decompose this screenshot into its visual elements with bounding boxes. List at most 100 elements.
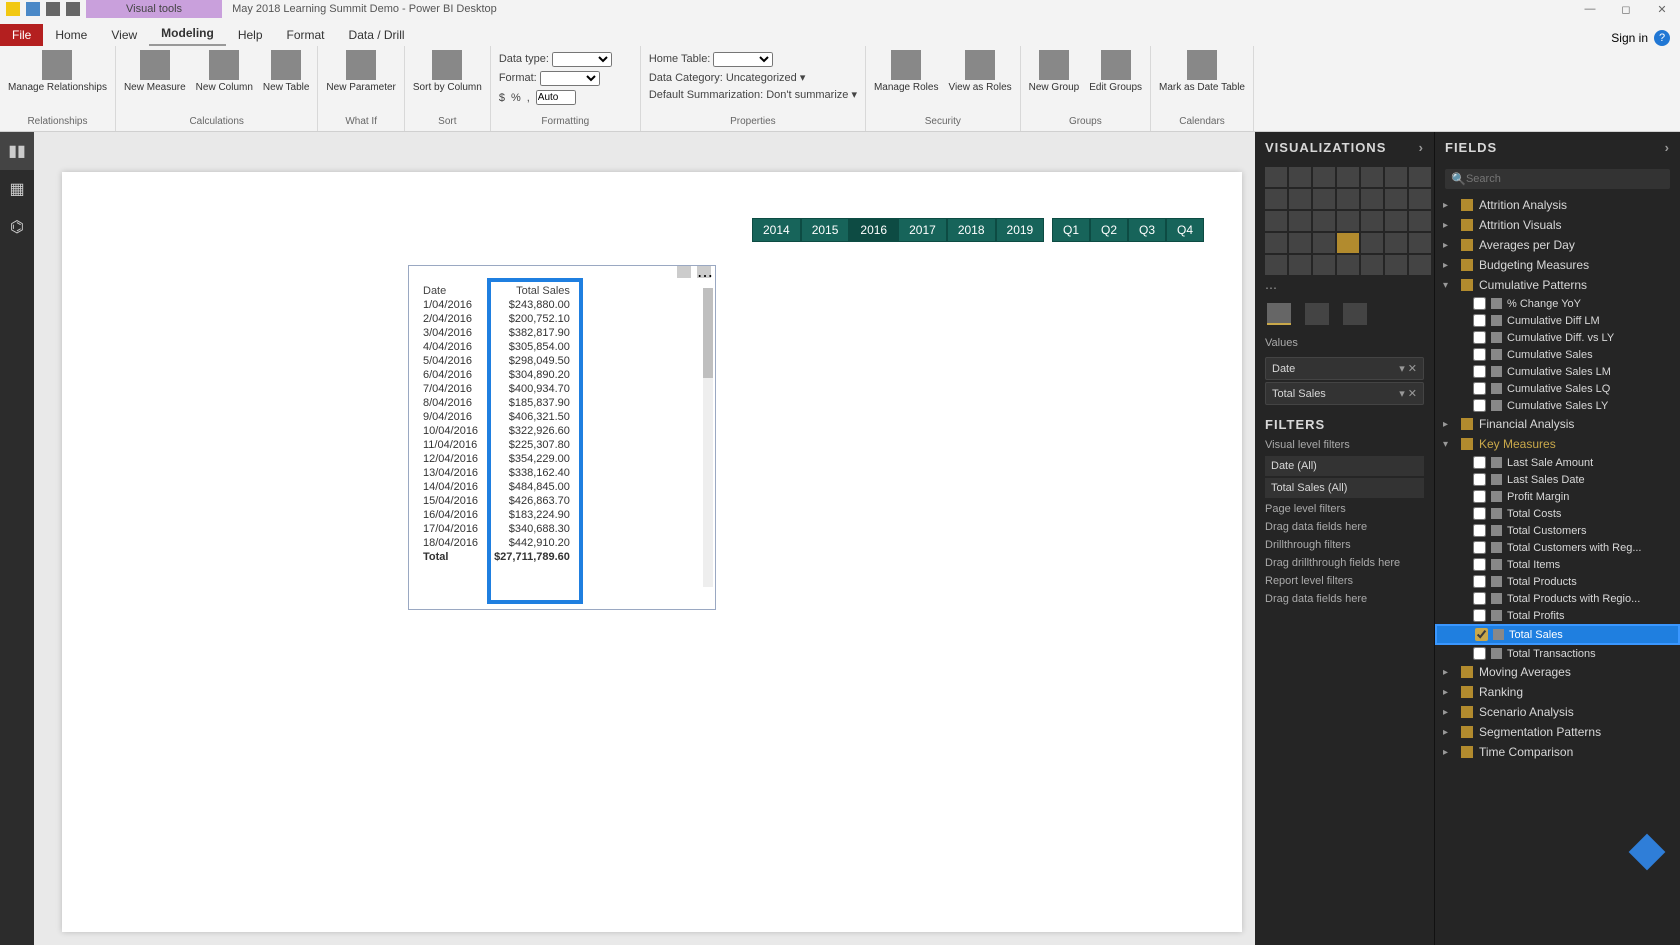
fields-search[interactable]: 🔍 <box>1445 169 1670 189</box>
viz-type-14[interactable] <box>1265 211 1287 231</box>
table-row[interactable]: 11/04/2016$225,307.80 <box>415 438 578 452</box>
edit-groups-button[interactable]: Edit Groups <box>1089 50 1142 93</box>
format-tab[interactable] <box>1305 303 1329 325</box>
viz-type-8[interactable] <box>1289 189 1311 209</box>
field-checkbox[interactable] <box>1473 609 1486 622</box>
table-row[interactable]: 5/04/2016$298,049.50 <box>415 354 578 368</box>
table-visual[interactable]: ⋯ DateTotal Sales 1/04/2016$243,880.002/… <box>408 265 716 610</box>
year-2019[interactable]: 2019 <box>996 218 1045 242</box>
field-profit-margin[interactable]: Profit Margin <box>1435 488 1680 505</box>
menu-tab-view[interactable]: View <box>99 24 149 46</box>
table-row[interactable]: 15/04/2016$426,863.70 <box>415 494 578 508</box>
field-checkbox[interactable] <box>1473 647 1486 660</box>
field-total-customers-with-reg---[interactable]: Total Customers with Reg... <box>1435 539 1680 556</box>
table-moving-averages[interactable]: Moving Averages <box>1435 662 1680 682</box>
canvas[interactable]: 201420152016201720182019 Q1Q2Q3Q4 ⋯ Date… <box>34 132 1255 945</box>
field-checkbox[interactable] <box>1473 348 1486 361</box>
report-view-button[interactable]: ▮▮ <box>0 132 34 170</box>
new-parameter-button[interactable]: New Parameter <box>326 50 395 93</box>
field-checkbox[interactable] <box>1473 297 1486 310</box>
table-row[interactable]: 12/04/2016$354,229.00 <box>415 452 578 466</box>
viz-type-5[interactable] <box>1385 167 1407 187</box>
field-checkbox[interactable] <box>1473 331 1486 344</box>
datatype-select[interactable] <box>552 52 612 67</box>
table-attrition-visuals[interactable]: Attrition Visuals <box>1435 215 1680 235</box>
field-checkbox[interactable] <box>1473 507 1486 520</box>
close-button[interactable]: ✕ <box>1644 3 1680 16</box>
table-financial-analysis[interactable]: Financial Analysis <box>1435 414 1680 434</box>
table-row[interactable]: 9/04/2016$406,321.50 <box>415 410 578 424</box>
viz-type-30[interactable] <box>1313 255 1335 275</box>
viz-type-20[interactable] <box>1409 211 1431 231</box>
field-well-item[interactable]: Total Sales▾ ✕ <box>1266 383 1423 404</box>
viz-type-34[interactable] <box>1409 255 1431 275</box>
redo-icon[interactable] <box>66 2 80 16</box>
visual-filter[interactable]: Total Sales (All) <box>1265 478 1424 498</box>
help-icon[interactable]: ? <box>1654 30 1670 46</box>
year-2014[interactable]: 2014 <box>752 218 801 242</box>
field-cumulative-sales-lq[interactable]: Cumulative Sales LQ <box>1435 380 1680 397</box>
field-total-sales[interactable]: Total Sales <box>1435 624 1680 645</box>
year-2015[interactable]: 2015 <box>801 218 850 242</box>
signin-link[interactable]: Sign in <box>1611 31 1648 45</box>
col-date[interactable]: Date <box>415 284 486 298</box>
data-view-button[interactable]: ▦ <box>0 170 34 208</box>
field-cumulative-sales[interactable]: Cumulative Sales <box>1435 346 1680 363</box>
analytics-tab[interactable] <box>1343 303 1367 325</box>
year-2016[interactable]: 2016 <box>849 218 898 242</box>
sort-by-column-button[interactable]: Sort by Column <box>413 50 482 93</box>
decimals-input[interactable] <box>536 90 576 105</box>
menu-tab-help[interactable]: Help <box>226 24 275 46</box>
field-total-transactions[interactable]: Total Transactions <box>1435 645 1680 662</box>
field-checkbox[interactable] <box>1475 628 1488 641</box>
viz-type-3[interactable] <box>1337 167 1359 187</box>
percent-button[interactable]: % <box>511 92 521 104</box>
viz-type-33[interactable] <box>1385 255 1407 275</box>
table-row[interactable]: 7/04/2016$400,934.70 <box>415 382 578 396</box>
new-measure-button[interactable]: New Measure <box>124 50 186 93</box>
viz-type-22[interactable] <box>1289 233 1311 253</box>
year-slicer[interactable]: 201420152016201720182019 <box>752 218 1044 242</box>
quarter-Q2[interactable]: Q2 <box>1090 218 1128 242</box>
field-checkbox[interactable] <box>1473 592 1486 605</box>
hometable-select[interactable] <box>713 52 773 67</box>
field-checkbox[interactable] <box>1473 456 1486 469</box>
table-time-comparison[interactable]: Time Comparison <box>1435 742 1680 762</box>
menu-tab-modeling[interactable]: Modeling <box>149 22 226 46</box>
viz-type-9[interactable] <box>1313 189 1335 209</box>
viz-type-27[interactable] <box>1409 233 1431 253</box>
report-page[interactable]: 201420152016201720182019 Q1Q2Q3Q4 ⋯ Date… <box>62 172 1242 932</box>
viz-type-25[interactable] <box>1361 233 1383 253</box>
table-row[interactable]: 4/04/2016$305,854.00 <box>415 340 578 354</box>
field-checkbox[interactable] <box>1473 399 1486 412</box>
field-total-profits[interactable]: Total Profits <box>1435 607 1680 624</box>
table-averages-per-day[interactable]: Averages per Day <box>1435 235 1680 255</box>
viz-type-17[interactable] <box>1337 211 1359 231</box>
viz-type-1[interactable] <box>1289 167 1311 187</box>
collapse-viz-pane[interactable]: › <box>1419 140 1424 155</box>
undo-icon[interactable] <box>46 2 60 16</box>
table-ranking[interactable]: Ranking <box>1435 682 1680 702</box>
viz-type-32[interactable] <box>1361 255 1383 275</box>
maximize-button[interactable]: ◻ <box>1608 3 1644 16</box>
quarter-Q4[interactable]: Q4 <box>1166 218 1204 242</box>
currency-button[interactable]: $ <box>499 92 505 104</box>
viz-type-29[interactable] <box>1289 255 1311 275</box>
viz-type-28[interactable] <box>1265 255 1287 275</box>
collapse-fields-pane[interactable]: › <box>1665 140 1670 155</box>
file-tab[interactable]: File <box>0 24 43 46</box>
menu-tab-format[interactable]: Format <box>275 24 337 46</box>
mark-date-table-button[interactable]: Mark as Date Table <box>1159 50 1245 93</box>
table-row[interactable]: 6/04/2016$304,890.20 <box>415 368 578 382</box>
quarter-Q3[interactable]: Q3 <box>1128 218 1166 242</box>
field-well-item[interactable]: Date▾ ✕ <box>1266 358 1423 379</box>
viz-type-2[interactable] <box>1313 167 1335 187</box>
field-checkbox[interactable] <box>1473 524 1486 537</box>
viz-type-15[interactable] <box>1289 211 1311 231</box>
model-view-button[interactable]: ⌬ <box>0 208 34 246</box>
field-total-customers[interactable]: Total Customers <box>1435 522 1680 539</box>
table-row[interactable]: 17/04/2016$340,688.30 <box>415 522 578 536</box>
more-visuals-icon[interactable]: ⋯ <box>1255 279 1434 297</box>
focus-mode-icon[interactable] <box>677 266 691 278</box>
manage-relationships-button[interactable]: Manage Relationships <box>8 50 107 93</box>
